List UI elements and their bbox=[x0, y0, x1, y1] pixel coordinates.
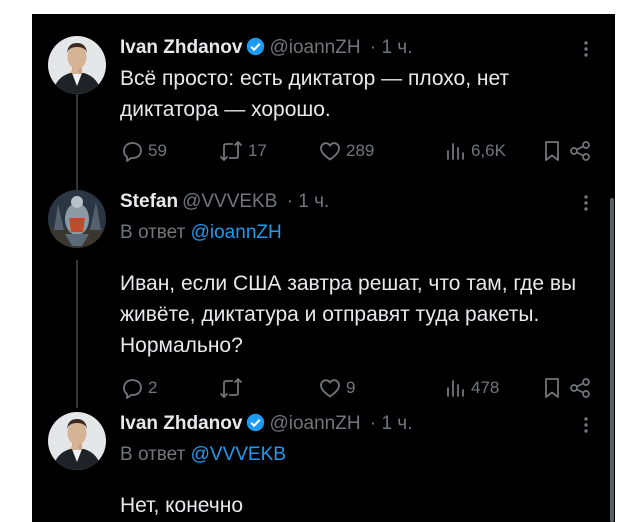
views-icon bbox=[447, 143, 464, 160]
bookmark-button[interactable] bbox=[542, 374, 562, 402]
reply-mention-link[interactable]: @ioannZH bbox=[191, 222, 282, 243]
reply-context: В ответ @VVVEKB bbox=[120, 444, 286, 466]
author-handle[interactable]: @ioannZH bbox=[269, 37, 360, 58]
share-icon bbox=[570, 141, 590, 161]
avatar[interactable] bbox=[48, 412, 106, 470]
reply-button[interactable]: 2 bbox=[120, 374, 157, 402]
avatar[interactable] bbox=[48, 190, 106, 248]
retweet-count: 17 bbox=[248, 141, 267, 160]
reply-icon bbox=[123, 142, 142, 162]
more-options-icon[interactable] bbox=[580, 38, 592, 60]
tweet-text: Нет, конечно bbox=[120, 494, 244, 517]
bookmark-button[interactable] bbox=[542, 137, 562, 165]
author-name[interactable]: Ivan Zhdanov bbox=[120, 413, 242, 434]
post-time[interactable]: · 1 ч. bbox=[370, 37, 413, 58]
tweet-header: Stefan @VVVEKB · 1 ч. bbox=[120, 190, 329, 214]
thread-connector-line bbox=[76, 260, 78, 408]
avatar[interactable] bbox=[48, 36, 106, 94]
heart-icon bbox=[320, 379, 340, 398]
author-name[interactable]: Ivan Zhdanov bbox=[120, 37, 242, 58]
verified-badge-icon bbox=[246, 37, 265, 63]
tweet-header: Ivan Zhdanov @ioannZH · 1 ч. bbox=[120, 36, 413, 63]
retweet-icon bbox=[219, 141, 243, 161]
author-name[interactable]: Stefan bbox=[120, 191, 178, 212]
post-time[interactable]: · 1 ч. bbox=[287, 191, 330, 212]
more-options-icon[interactable] bbox=[580, 414, 592, 436]
more-options-icon[interactable] bbox=[580, 192, 592, 214]
view-count: 6,6K bbox=[471, 141, 506, 160]
post-time[interactable]: · 1 ч. bbox=[370, 413, 413, 434]
views-button[interactable]: 6,6K bbox=[443, 137, 506, 165]
author-handle[interactable]: @ioannZH bbox=[269, 413, 360, 434]
share-button[interactable] bbox=[568, 374, 592, 402]
heart-icon bbox=[320, 142, 340, 161]
reply-context: В ответ @ioannZH bbox=[120, 222, 282, 244]
tweet-text: Всё просто: есть диктатор — плохо, нет д… bbox=[120, 67, 510, 121]
reply-button[interactable]: 59 bbox=[120, 137, 167, 165]
tweet-actions: 59 17 289 6,6K bbox=[120, 137, 590, 165]
like-count: 289 bbox=[346, 141, 375, 160]
retweet-button[interactable] bbox=[218, 374, 244, 402]
timeline-screen: Ivan Zhdanov @ioannZH · 1 ч. Всё просто: … bbox=[32, 14, 615, 522]
reply-count: 2 bbox=[148, 378, 158, 397]
views-button[interactable]: 478 bbox=[443, 374, 499, 402]
tweet-text: Иван, если США завтра решат, что там, гд… bbox=[120, 272, 577, 357]
reply-mention-link[interactable]: @VVVEKB bbox=[191, 444, 286, 465]
share-icon bbox=[570, 378, 590, 398]
like-button[interactable]: 9 bbox=[318, 374, 355, 402]
tweet-actions: 2 9 478 bbox=[120, 374, 590, 402]
share-button[interactable] bbox=[568, 137, 592, 165]
bookmark-icon bbox=[545, 141, 559, 161]
views-icon bbox=[447, 380, 464, 397]
bookmark-icon bbox=[545, 378, 559, 398]
like-count: 9 bbox=[346, 378, 356, 397]
retweet-button[interactable]: 17 bbox=[218, 137, 267, 165]
reply-prefix: В ответ bbox=[120, 444, 186, 465]
thread-connector-line bbox=[76, 86, 78, 196]
reply-prefix: В ответ bbox=[120, 222, 186, 243]
like-button[interactable]: 289 bbox=[318, 137, 374, 165]
retweet-icon bbox=[219, 378, 243, 398]
reply-icon bbox=[123, 379, 142, 399]
reply-count: 59 bbox=[148, 141, 167, 160]
tweet-header: Ivan Zhdanov @ioannZH · 1 ч. bbox=[120, 412, 413, 439]
scrollbar[interactable] bbox=[610, 198, 614, 522]
view-count: 478 bbox=[471, 378, 500, 397]
verified-badge-icon bbox=[246, 413, 265, 439]
author-handle[interactable]: @VVVEKB bbox=[182, 191, 277, 212]
